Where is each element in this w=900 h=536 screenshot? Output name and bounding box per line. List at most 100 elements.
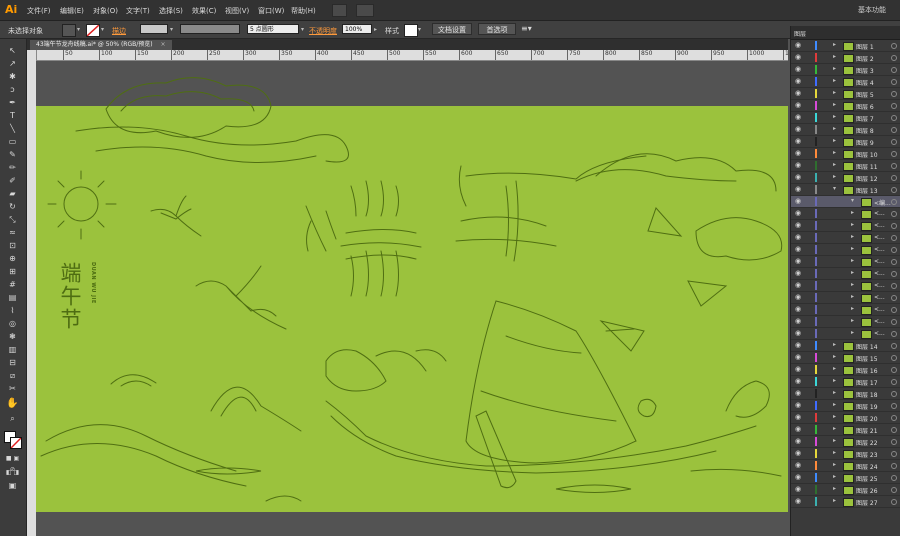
layer-row[interactable]: ◉ ▸ <...: [791, 244, 900, 256]
paintbrush-tool-icon[interactable]: ✎: [3, 149, 22, 160]
visibility-eye-icon[interactable]: ◉: [795, 425, 801, 433]
visibility-eye-icon[interactable]: ◉: [795, 389, 801, 397]
eyedropper-tool-icon[interactable]: ⌇: [3, 305, 22, 316]
layers-panel-header[interactable]: 图层: [791, 26, 900, 40]
expand-closed-icon[interactable]: ▸: [833, 137, 836, 144]
visibility-eye-icon[interactable]: ◉: [795, 65, 801, 73]
layer-row[interactable]: ◉ ▸ 图层 10: [791, 148, 900, 160]
target-circle-icon[interactable]: [891, 127, 897, 133]
expand-closed-icon[interactable]: ▸: [833, 461, 836, 468]
visibility-eye-icon[interactable]: ◉: [795, 305, 801, 313]
stroke-label[interactable]: 描边: [112, 26, 126, 36]
target-circle-icon[interactable]: [891, 295, 897, 301]
variable-width-profile[interactable]: [180, 24, 240, 34]
target-circle-icon[interactable]: [891, 463, 897, 469]
target-circle-icon[interactable]: [891, 451, 897, 457]
layer-row[interactable]: ◉ ▸ 图层 17: [791, 376, 900, 388]
expand-open-icon[interactable]: ▾: [833, 185, 836, 192]
menu-effect[interactable]: 效果(C): [192, 6, 216, 16]
hand-tool-icon[interactable]: ✋: [3, 398, 22, 409]
visibility-eye-icon[interactable]: ◉: [795, 269, 801, 277]
expand-closed-icon[interactable]: ▸: [851, 329, 854, 336]
direct-selection-tool-icon[interactable]: ↗: [3, 58, 22, 69]
expand-closed-icon[interactable]: ▸: [851, 209, 854, 216]
document-setup-button[interactable]: 文档设置: [432, 23, 472, 35]
visibility-eye-icon[interactable]: ◉: [795, 437, 801, 445]
target-circle-icon[interactable]: [891, 247, 897, 253]
visibility-eye-icon[interactable]: ◉: [795, 113, 801, 121]
menu-edit[interactable]: 编辑(E): [60, 6, 84, 16]
menu-file[interactable]: 文件(F): [27, 6, 51, 16]
target-circle-icon[interactable]: [891, 475, 897, 481]
pencil-tool-icon[interactable]: ✏: [3, 162, 22, 173]
visibility-eye-icon[interactable]: ◉: [795, 41, 801, 49]
lasso-tool-icon[interactable]: ↄ: [3, 84, 22, 95]
layer-row[interactable]: ◉ ▸ 图层 6: [791, 100, 900, 112]
visibility-eye-icon[interactable]: ◉: [795, 173, 801, 181]
menu-object[interactable]: 对象(O): [93, 6, 118, 16]
target-circle-icon[interactable]: [891, 79, 897, 85]
layer-row[interactable]: ◉ ▸ 图层 1: [791, 40, 900, 52]
target-circle-icon[interactable]: [891, 271, 897, 277]
stroke-dropdown-icon[interactable]: ▾: [101, 26, 104, 33]
fill-swatch[interactable]: [62, 24, 76, 37]
expand-closed-icon[interactable]: ▸: [833, 449, 836, 456]
expand-closed-icon[interactable]: ▸: [851, 257, 854, 264]
layer-row[interactable]: ◉ ▸ 图层 24: [791, 460, 900, 472]
opacity-dropdown-icon[interactable]: ▸: [374, 26, 377, 33]
layer-row[interactable]: ◉ ▸ <...: [791, 316, 900, 328]
color-mode-icons[interactable]: ■ ▣ ⊘: [3, 453, 22, 473]
gradient-tool-icon[interactable]: ▤: [3, 292, 22, 303]
menu-help[interactable]: 帮助(H): [291, 6, 316, 16]
target-circle-icon[interactable]: [891, 415, 897, 421]
expand-closed-icon[interactable]: ▸: [833, 173, 836, 180]
rectangle-tool-icon[interactable]: ▭: [3, 136, 22, 147]
fill-dropdown-icon[interactable]: ▾: [77, 26, 80, 33]
visibility-eye-icon[interactable]: ◉: [795, 461, 801, 469]
stroke-weight-field[interactable]: [140, 24, 168, 34]
layer-row[interactable]: ◉ ▸ <...: [791, 304, 900, 316]
layer-row[interactable]: ◉ ▸ 图层 2: [791, 52, 900, 64]
layer-row[interactable]: ◉ ▸ 图层 27: [791, 496, 900, 508]
brush-dropdown-icon[interactable]: ▾: [301, 26, 304, 33]
layer-row[interactable]: ◉ ▸ <...: [791, 268, 900, 280]
layer-row[interactable]: ◉ ▸ 图层 19: [791, 400, 900, 412]
target-circle-icon[interactable]: [891, 259, 897, 265]
visibility-eye-icon[interactable]: ◉: [795, 89, 801, 97]
layer-row[interactable]: ◉ ▸ 图层 8: [791, 124, 900, 136]
graph-tool-icon[interactable]: ▥: [3, 344, 22, 355]
menu-type[interactable]: 文字(T): [126, 6, 150, 16]
target-circle-icon[interactable]: [891, 439, 897, 445]
type-tool-icon[interactable]: T: [3, 110, 22, 121]
visibility-eye-icon[interactable]: ◉: [795, 353, 801, 361]
layer-row[interactable]: ◉ ▾ 图层 13: [791, 184, 900, 196]
target-circle-icon[interactable]: [891, 175, 897, 181]
target-circle-icon[interactable]: [891, 427, 897, 433]
expand-closed-icon[interactable]: ▸: [833, 401, 836, 408]
expand-closed-icon[interactable]: ▸: [833, 353, 836, 360]
preferences-button[interactable]: 首选项: [478, 23, 516, 35]
visibility-eye-icon[interactable]: ◉: [795, 53, 801, 61]
target-circle-icon[interactable]: [891, 139, 897, 145]
mesh-tool-icon[interactable]: #: [3, 279, 22, 290]
artboard-tool-icon[interactable]: ⊟: [3, 357, 22, 368]
target-circle-icon[interactable]: [891, 319, 897, 325]
layer-row[interactable]: ◉ ▸ <...: [791, 280, 900, 292]
visibility-eye-icon[interactable]: ◉: [795, 209, 801, 217]
layer-row[interactable]: ◉ ▸ <...: [791, 220, 900, 232]
target-circle-icon[interactable]: [891, 163, 897, 169]
zoom-tool-icon[interactable]: ⌕: [3, 413, 22, 424]
workspace-switcher[interactable]: 基本功能: [858, 5, 886, 15]
expand-closed-icon[interactable]: ▸: [833, 101, 836, 108]
eraser-scissors-tool-icon[interactable]: ✂: [3, 383, 22, 394]
arrange-icon[interactable]: ≡▾: [521, 24, 532, 33]
expand-closed-icon[interactable]: ▸: [833, 89, 836, 96]
visibility-eye-icon[interactable]: ◉: [795, 245, 801, 253]
target-circle-icon[interactable]: [891, 103, 897, 109]
expand-closed-icon[interactable]: ▸: [833, 389, 836, 396]
stroke-weight-dropdown-icon[interactable]: ▾: [170, 26, 173, 33]
layer-row[interactable]: ◉ ▸ 图层 26: [791, 484, 900, 496]
style-dropdown-icon[interactable]: ▾: [418, 26, 421, 33]
layer-row[interactable]: ◉ ▸ 图层 9: [791, 136, 900, 148]
stroke-color-icon[interactable]: [10, 437, 22, 449]
